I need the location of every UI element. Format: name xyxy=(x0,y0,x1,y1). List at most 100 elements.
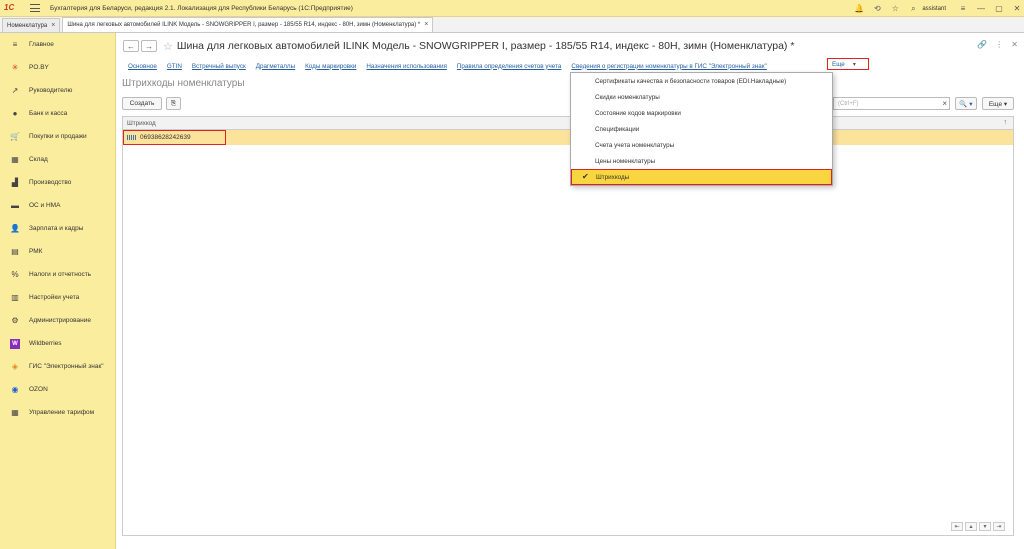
sidebar-item-payroll[interactable]: 👤 Зарплата и кадры xyxy=(0,217,115,240)
page-title: Шина для легковых автомобилей ILINK Моде… xyxy=(176,40,795,52)
form-header: ← → ☆ Шина для легковых автомобилей ILIN… xyxy=(123,38,1018,54)
favorite-star-icon[interactable]: ☆ xyxy=(163,40,173,53)
favorites-star-icon[interactable]: ☆ xyxy=(888,2,902,16)
sidebar-item-manager[interactable]: ↗ Руководителю xyxy=(0,79,115,102)
sidebar-item-taxes[interactable]: % Налоги и отчетность xyxy=(0,263,115,286)
user-name[interactable]: assistant xyxy=(922,6,946,12)
sidebar-item-assets[interactable]: ▬ ОС и НМА xyxy=(0,194,115,217)
highlight-frame xyxy=(123,130,226,145)
forward-button[interactable]: → xyxy=(141,40,157,52)
coin-icon: ● xyxy=(12,109,18,118)
sidebar-item-gis-electronic-sign[interactable]: ◈ ГИС "Электронный знак" xyxy=(0,355,115,378)
sort-ascending-icon[interactable]: ↑ xyxy=(1004,119,1008,126)
more-actions-icon[interactable]: ⋮ xyxy=(995,40,1003,49)
open-tabs-bar: Номенклатура × Шина для легковых автомоб… xyxy=(0,17,1024,33)
scroll-first-icon[interactable]: ⇤ xyxy=(951,522,963,531)
list-scroll-buttons: ⇤ ▴ ▾ ⇥ xyxy=(951,522,1005,531)
sidebar-item-label: Руководителю xyxy=(29,87,73,94)
sidebar-item-label: ОС и НМА xyxy=(29,202,61,209)
menu-item-quality-certificates[interactable]: Сертификаты качества и безопасности това… xyxy=(571,73,832,89)
main-menu-icon[interactable] xyxy=(30,4,40,12)
sidebar-item-accounting-settings[interactable]: ▥ Настройки учета xyxy=(0,286,115,309)
link-gtin[interactable]: GTIN xyxy=(167,63,182,70)
form-navigation-links: Основное GTIN Встречный выпуск Драгметал… xyxy=(128,61,777,71)
copy-icon: ⎘ xyxy=(170,99,177,107)
link-account-rules[interactable]: Правила определения счетов учета xyxy=(457,63,562,70)
sidebar-item-tariff[interactable]: ▦ Управление тарифом xyxy=(0,401,115,424)
link-gis-registration[interactable]: Сведения о регистрации номенклатуры в ГИ… xyxy=(571,63,766,70)
create-button[interactable]: Создать xyxy=(122,97,162,110)
maximize-icon[interactable]: ▢ xyxy=(992,2,1006,16)
tab-nomenclature[interactable]: Номенклатура × xyxy=(2,18,61,33)
scroll-down-icon[interactable]: ▾ xyxy=(979,522,991,531)
sidebar-item-purchases[interactable]: 🛒 Покупки и продажи xyxy=(0,125,115,148)
menu-item-specifications[interactable]: Спецификации xyxy=(571,121,832,137)
section-title: Штрихкоды номенклатуры xyxy=(122,78,245,89)
link-precious-metals[interactable]: Драгметаллы xyxy=(256,63,295,70)
sidebar-item-production[interactable]: ▟ Производство xyxy=(0,171,115,194)
window-title-bar: 1С Бухгалтерия для Беларуси, редакция 2.… xyxy=(0,0,1024,17)
tab-label: Шина для легковых автомобилей ILINK Моде… xyxy=(67,22,421,28)
app-title: Бухгалтерия для Беларуси, редакция 2.1. … xyxy=(50,4,353,12)
search-button[interactable]: 🔍 ▾ xyxy=(955,97,977,110)
ledger-icon: ▥ xyxy=(11,293,19,302)
more-links-dropdown: Сертификаты качества и безопасности това… xyxy=(570,72,833,186)
bell-icon[interactable]: 🔔 xyxy=(852,2,866,16)
sidebar-item-ozon[interactable]: ◉ OZON xyxy=(0,378,115,401)
sidebar-item-label: Управление тарифом xyxy=(29,409,95,416)
tab-product-card[interactable]: Шина для легковых автомобилей ILINK Моде… xyxy=(62,17,434,32)
sidebar-item-main[interactable]: ≡ Главное xyxy=(0,33,115,56)
history-icon[interactable]: ⟲ xyxy=(870,2,884,16)
link-usage-purposes[interactable]: Назначения использования xyxy=(366,63,447,70)
sidebar-item-wildberries[interactable]: W Wildberries xyxy=(0,332,115,355)
clear-search-icon[interactable]: × xyxy=(942,99,947,108)
back-button[interactable]: ← xyxy=(123,40,139,52)
register-icon: ▤ xyxy=(11,247,19,256)
close-icon[interactable]: ✕ xyxy=(1010,2,1024,16)
table-row[interactable]: 06938628242639 xyxy=(123,130,1013,145)
sidebar-item-label: Зарплата и кадры xyxy=(29,225,84,232)
link-counter-release[interactable]: Встречный выпуск xyxy=(192,63,246,70)
sidebar-item-label: Склад xyxy=(29,156,48,163)
menu-item-marking-codes-state[interactable]: Состояние кодов маркировки xyxy=(571,105,832,121)
column-header-barcode[interactable]: Штрихкод xyxy=(127,120,156,127)
link-main[interactable]: Основное xyxy=(128,63,157,70)
sidebar-item-warehouse[interactable]: ▦ Склад xyxy=(0,148,115,171)
table-header[interactable]: Штрихкод ↑ xyxy=(123,117,1013,130)
minimize-icon[interactable]: — xyxy=(974,2,988,16)
sidebar-item-label: Налоги и отчетность xyxy=(29,271,92,278)
menu-item-label: Штрихкоды xyxy=(596,173,630,181)
sidebar-item-administration[interactable]: ⚙ Администрирование xyxy=(0,309,115,332)
sidebar-item-label: Администрирование xyxy=(29,317,91,324)
tab-label: Номенклатура xyxy=(7,22,48,29)
settings-menu-icon[interactable]: ≡ xyxy=(956,2,970,16)
tab-close-icon[interactable]: × xyxy=(51,19,55,33)
sidebar-item-label: Wildberries xyxy=(29,340,62,347)
tab-close-icon[interactable]: × xyxy=(424,18,428,32)
warehouse-icon: ▦ xyxy=(11,155,19,164)
menu-item-barcodes[interactable]: ✔ Штрихкоды xyxy=(571,169,832,185)
copy-button[interactable]: ⎘ xyxy=(166,97,181,110)
sidebar-item-label: OZON xyxy=(29,386,48,393)
link-icon[interactable]: 🔗 xyxy=(977,40,987,49)
more-button[interactable]: Еще ▾ xyxy=(982,97,1014,110)
sidebar-item-bank[interactable]: ● Банк и касса xyxy=(0,102,115,125)
more-links-button[interactable]: Еще ▾ xyxy=(827,58,869,70)
ozon-icon: ◉ xyxy=(11,385,19,394)
sidebar-item-poby[interactable]: ✳ PO.BY xyxy=(0,56,115,79)
link-marking-codes[interactable]: Коды маркировки xyxy=(305,63,356,70)
sidebar-item-label: Настройки учета xyxy=(29,294,80,301)
sidebar-item-pos[interactable]: ▤ РМК xyxy=(0,240,115,263)
scroll-last-icon[interactable]: ⇥ xyxy=(993,522,1005,531)
gis-sign-icon: ◈ xyxy=(11,362,19,371)
scroll-up-icon[interactable]: ▴ xyxy=(965,522,977,531)
menu-item-prices[interactable]: Цены номенклатуры xyxy=(571,153,832,169)
search-icon[interactable]: ⌕ xyxy=(906,2,920,16)
close-form-icon[interactable]: ✕ xyxy=(1011,40,1018,49)
sidebar-item-label: PO.BY xyxy=(29,64,49,71)
menu-item-accounting-accounts[interactable]: Счета учета номенклатуры xyxy=(571,137,832,153)
search-input[interactable]: (Ctrl+F) × xyxy=(833,97,950,110)
sidebar-item-label: Производство xyxy=(29,179,72,186)
sidebar-item-label: Банк и касса xyxy=(29,110,68,117)
menu-item-nomenclature-discounts[interactable]: Скидки номенклатуры xyxy=(571,89,832,105)
